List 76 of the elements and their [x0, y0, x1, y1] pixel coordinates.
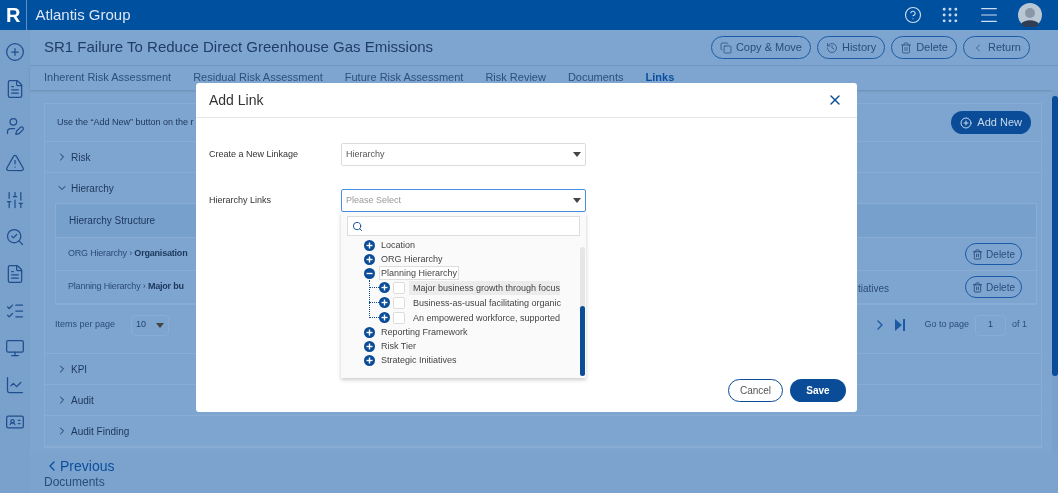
expand-icon[interactable] [379, 297, 390, 308]
tree-item[interactable]: Risk Tier [379, 339, 418, 353]
warning-icon[interactable] [5, 153, 25, 173]
previous-link[interactable]: Previous [44, 457, 1058, 475]
tab[interactable]: Documents [567, 66, 624, 84]
page-count: of 1 [1012, 318, 1027, 332]
tree-item[interactable]: Business-as-usual facilitating organic [409, 295, 562, 310]
field-label: Hierarchy Links [209, 193, 273, 207]
table-cell-text: Planning Hierarchy › Major bu [67, 280, 184, 294]
expand-icon[interactable] [364, 340, 375, 352]
tree-item[interactable]: Strategic Initiatives [379, 353, 459, 367]
organization-name: Atlantis Group [35, 4, 131, 25]
avatar[interactable] [1018, 3, 1042, 27]
page-field[interactable]: 1 [975, 314, 1006, 336]
trash-icon [972, 281, 984, 293]
checkbox[interactable] [393, 311, 405, 324]
history-icon [825, 41, 838, 54]
tab[interactable]: Risk Review [485, 66, 546, 84]
tree-item[interactable]: ORG Hierarchy [379, 252, 445, 266]
add-icon[interactable] [5, 42, 25, 62]
expand-icon[interactable] [364, 239, 375, 251]
expand-icon[interactable] [364, 326, 375, 338]
dialog-title: Add Link [209, 90, 264, 110]
last-page-icon[interactable] [894, 318, 907, 332]
expand-icon[interactable] [379, 312, 390, 323]
instruction-text: Use the “Add New” button on the r [57, 115, 194, 129]
items-per-page-label: Items per page [55, 318, 116, 332]
help-icon[interactable] [904, 6, 922, 24]
table-cell: tiatives [858, 283, 890, 294]
go-to-page-label: Go to page [924, 318, 969, 332]
apps-icon[interactable] [940, 5, 960, 25]
section-header[interactable]: Audit Finding [45, 416, 130, 446]
tab[interactable]: Future Risk Assessment [344, 66, 464, 84]
tab[interactable]: Inherent Risk Assessment [44, 66, 172, 84]
select-field[interactable]: Please Select [341, 189, 586, 212]
expand-icon[interactable] [379, 282, 390, 293]
tree-item[interactable]: Planning Hierarchy [379, 266, 460, 280]
chart-icon[interactable] [5, 375, 25, 395]
expand-icon[interactable] [364, 253, 375, 265]
search-icon [352, 220, 363, 232]
checkbox[interactable] [393, 281, 405, 294]
dropdown-caret-icon [573, 152, 581, 157]
dropdown-caret-icon [156, 322, 165, 328]
collapse-icon[interactable] [364, 267, 375, 279]
trash-icon [972, 248, 984, 260]
table-cell-text: ORG Hierarchy › Organisation [67, 247, 188, 261]
tab[interactable]: Residual Risk Assessment [193, 66, 323, 84]
tree-item[interactable]: Location [379, 238, 418, 252]
items-per-page-select[interactable]: 10 [131, 314, 170, 336]
tree-item[interactable]: An empowered workforce, supported [409, 310, 561, 325]
user-edit-icon[interactable] [5, 116, 25, 136]
section-header[interactable]: Audit [45, 385, 94, 415]
tab[interactable]: Links [645, 66, 675, 84]
field-label: Create a New Linkage [209, 147, 300, 161]
section-header[interactable]: Risk [45, 142, 91, 172]
document-icon[interactable] [5, 264, 25, 284]
expand-icon[interactable] [364, 354, 375, 366]
section-header[interactable]: Hierarchy [45, 173, 114, 203]
add-icon [960, 116, 973, 129]
monitor-icon[interactable] [5, 338, 25, 358]
tree-item[interactable]: Major business growth through focus [409, 280, 561, 295]
checkbox[interactable] [393, 296, 405, 309]
document-icon[interactable] [5, 79, 25, 99]
sliders-icon[interactable] [5, 190, 25, 210]
page-title: SR1 Failure To Reduce Direct Greenhouse Gas Emissions [44, 37, 434, 58]
search-field[interactable] [347, 216, 580, 236]
trash-icon [900, 41, 913, 54]
select-field[interactable]: Hierarchy [341, 143, 586, 166]
section-header[interactable]: KPI [45, 354, 88, 384]
copy-icon [719, 41, 732, 54]
tree-item[interactable]: Reporting Framework [379, 325, 470, 339]
add-new-button[interactable]: Add New [951, 111, 1031, 134]
previous-section-title: Documents [44, 475, 106, 489]
save-button[interactable]: Save [790, 379, 846, 402]
search-check-icon[interactable] [5, 227, 25, 247]
column-header: Hierarchy Structure [69, 214, 156, 228]
